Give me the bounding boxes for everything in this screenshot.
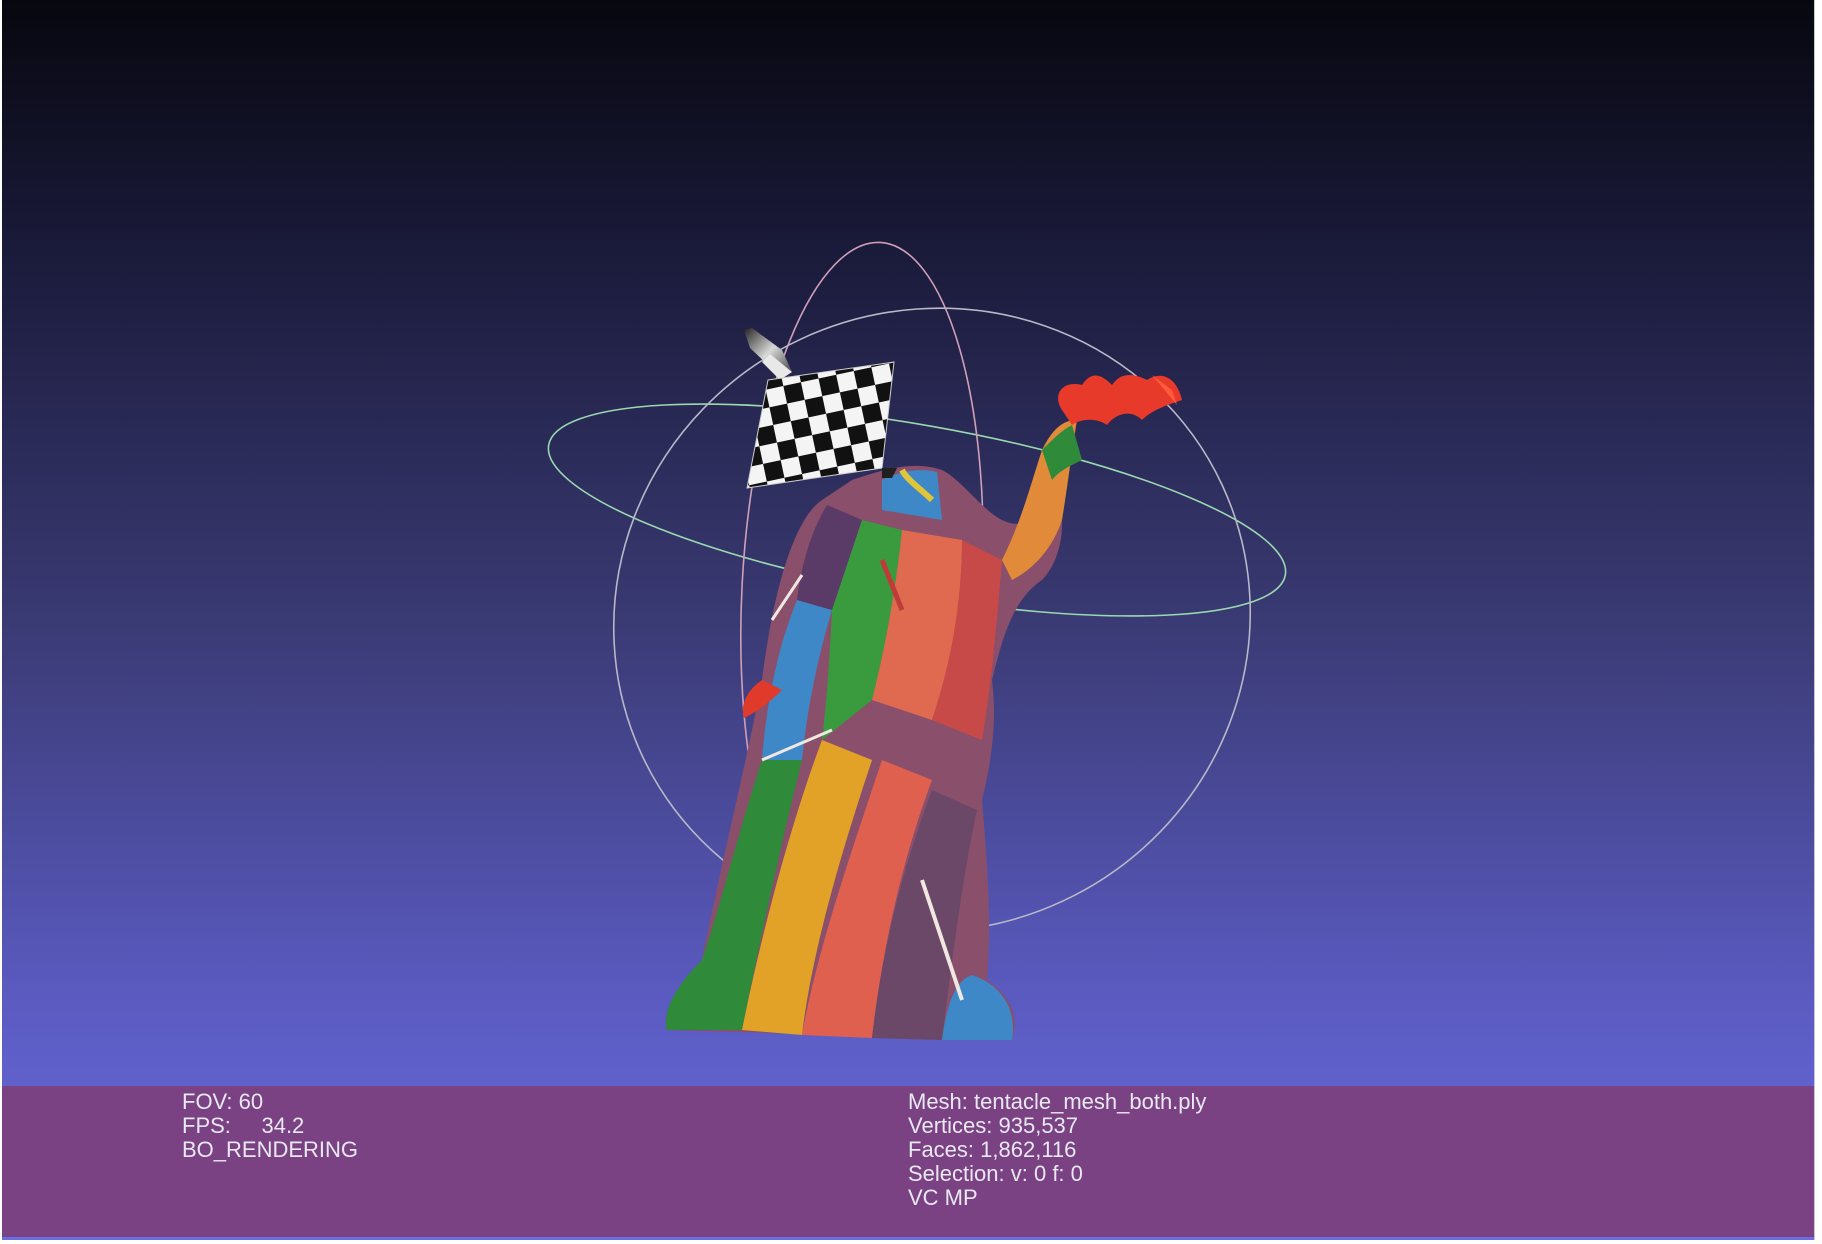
selection-readout: Selection: v: 0 f: 0 — [908, 1162, 1206, 1186]
fov-value: 60 — [238, 1089, 264, 1114]
mesh-name: tentacle_mesh_both.ply — [974, 1089, 1207, 1114]
fov-label: FOV: — [182, 1089, 233, 1114]
faces-label: Faces: — [908, 1137, 975, 1162]
fov-readout: FOV: 60 — [182, 1090, 358, 1114]
color-mode: VC MP — [908, 1185, 978, 1210]
faces-readout: Faces: 1,862,116 — [908, 1138, 1206, 1162]
mesh-name-readout: Mesh: tentacle_mesh_both.ply — [908, 1090, 1206, 1114]
render-info-panel: FOV: 60 FPS: 34.2 BO_RENDERING — [182, 1090, 358, 1162]
3d-viewport[interactable]: FOV: 60 FPS: 34.2 BO_RENDERING Mesh: ten… — [2, 0, 1815, 1240]
fps-value: 34.2 — [261, 1113, 305, 1138]
render-mode: BO_RENDERING — [182, 1137, 359, 1162]
faces-value: 1,862,116 — [980, 1137, 1077, 1162]
vertices-value: 935,537 — [998, 1113, 1079, 1138]
checkerboard-flag — [744, 328, 897, 489]
selection-value: v: 0 f: 0 — [1010, 1161, 1083, 1186]
mesh-info-panel: Mesh: tentacle_mesh_both.ply Vertices: 9… — [908, 1090, 1206, 1210]
statue-mesh — [665, 375, 1182, 1040]
mesh-label: Mesh: — [908, 1089, 968, 1114]
vertices-label: Vertices: — [908, 1113, 993, 1138]
selection-label: Selection: — [908, 1161, 1005, 1186]
info-overlay-bar: FOV: 60 FPS: 34.2 BO_RENDERING Mesh: ten… — [2, 1086, 1814, 1237]
mesh-scene[interactable] — [2, 0, 1814, 1086]
fps-label: FPS: — [182, 1113, 231, 1138]
vertices-readout: Vertices: 935,537 — [908, 1114, 1206, 1138]
fps-readout: FPS: 34.2 — [182, 1114, 358, 1138]
